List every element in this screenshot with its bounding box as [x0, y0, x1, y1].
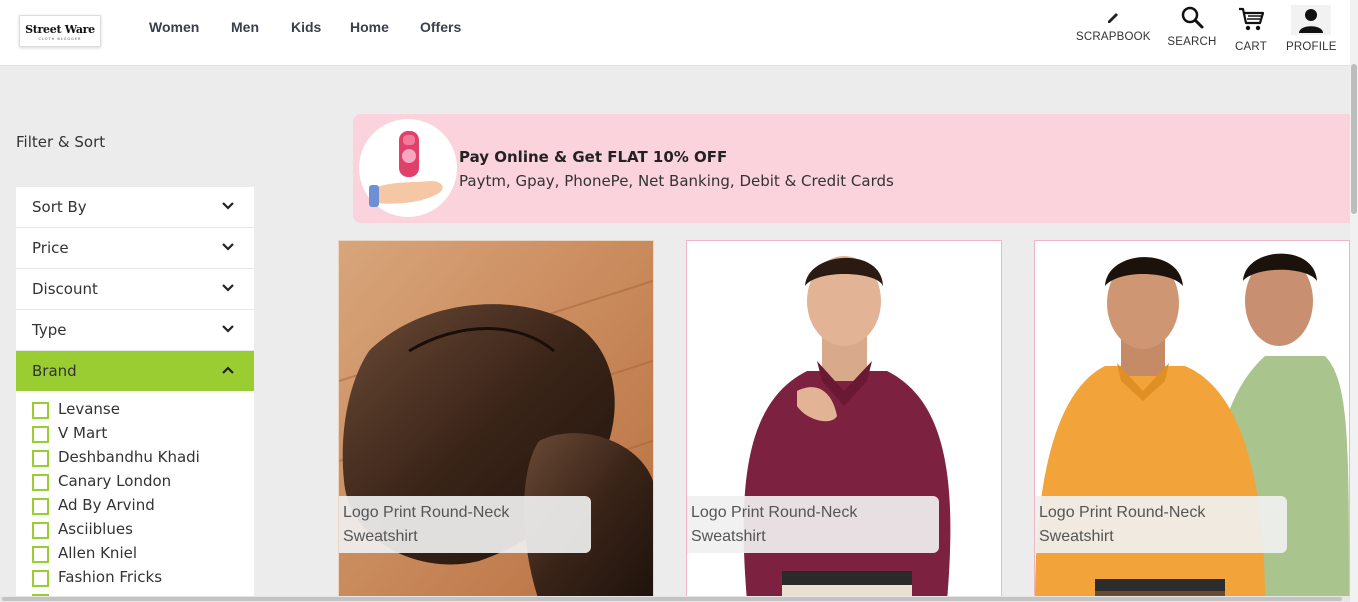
brand-label: Asciiblues	[58, 520, 133, 538]
brand-option[interactable]: Asciiblues	[16, 519, 254, 543]
brand-option[interactable]: Deshbandhu Khadi	[16, 447, 254, 471]
brand-label: Ad By Arvind	[58, 496, 155, 514]
scrapbook-button[interactable]: SCRAPBOOK	[1076, 6, 1150, 43]
wallet-hand-icon	[369, 131, 443, 207]
offer-illustration	[359, 119, 457, 217]
brand-label: Canary London	[58, 472, 172, 490]
nav-women[interactable]: Women	[149, 19, 199, 35]
search-icon	[1181, 6, 1204, 29]
filter-price[interactable]: Price	[16, 228, 254, 269]
filter-accordion: Sort By Price Discount Type Brand	[16, 187, 254, 391]
cart-icon	[1239, 7, 1265, 31]
brand-option[interactable]: Fashion Fricks	[16, 567, 254, 591]
scrollbar-thumb[interactable]	[1351, 64, 1357, 214]
brand-checkbox[interactable]	[32, 474, 49, 491]
banner-subtitle: Paytm, Gpay, PhonePe, Net Banking, Debit…	[459, 172, 894, 190]
brand-label: Deshbandhu Khadi	[58, 448, 200, 466]
nav-offers[interactable]: Offers	[420, 19, 461, 35]
brand-checkbox[interactable]	[32, 546, 49, 563]
filter-label: Type	[32, 321, 67, 339]
user-icon	[1291, 5, 1331, 35]
profile-button[interactable]: PROFILE	[1286, 5, 1336, 53]
brand-options: Levanse V Mart Deshbandhu Khadi Canary L…	[16, 391, 254, 602]
filter-label: Discount	[32, 280, 98, 298]
filter-sort-title: Filter & Sort	[16, 133, 106, 151]
scrollbar-thumb[interactable]	[2, 597, 1342, 601]
logo-text: Street Ware	[25, 23, 95, 36]
nav-home[interactable]: Home	[350, 19, 389, 35]
banner-title: Pay Online & Get FLAT 10% OFF	[459, 148, 728, 166]
product-card[interactable]: Logo Print Round-Neck Sweatshirt	[686, 240, 1002, 602]
product-title: Logo Print Round-Neck Sweatshirt	[1039, 504, 1206, 545]
scrapbook-label: SCRAPBOOK	[1076, 31, 1151, 43]
search-label: SEARCH	[1167, 36, 1217, 48]
brand-option[interactable]: Ad By Arvind	[16, 495, 254, 519]
chevron-down-icon	[222, 243, 234, 251]
product-card[interactable]: Logo Print Round-Neck Sweatshirt	[1034, 240, 1350, 602]
nav-men[interactable]: Men	[231, 19, 259, 35]
logo-subtext: CLOTH BLOGGER	[38, 37, 82, 41]
offer-banner[interactable]: Pay Online & Get FLAT 10% OFF Paytm, Gpa…	[353, 114, 1353, 223]
chevron-down-icon	[222, 202, 234, 210]
brand-option[interactable]: Canary London	[16, 471, 254, 495]
brand-checkbox[interactable]	[32, 450, 49, 467]
filter-sort-by[interactable]: Sort By	[16, 187, 254, 228]
product-title: Logo Print Round-Neck Sweatshirt	[343, 504, 510, 545]
brand-label: Fashion Fricks	[58, 568, 163, 586]
brand-checkbox[interactable]	[32, 570, 49, 587]
search-button[interactable]: SEARCH	[1166, 5, 1218, 48]
horizontal-scrollbar[interactable]	[0, 596, 1350, 602]
brand-option[interactable]: Allen Kniel	[16, 543, 254, 567]
chevron-down-icon	[222, 284, 234, 292]
product-card[interactable]: Logo Print Round-Neck Sweatshirt	[338, 240, 654, 602]
product-caption: Logo Print Round-Neck Sweatshirt	[1035, 496, 1287, 553]
filter-discount[interactable]: Discount	[16, 269, 254, 310]
filter-label: Brand	[32, 362, 77, 380]
product-caption: Logo Print Round-Neck Sweatshirt	[339, 496, 591, 553]
top-header: Street Ware CLOTH BLOGGER Women Men Kids…	[0, 0, 1358, 66]
cart-label: CART	[1235, 41, 1267, 53]
brand-checkbox[interactable]	[32, 498, 49, 515]
chevron-up-icon	[222, 366, 234, 374]
brand-logo[interactable]: Street Ware CLOTH BLOGGER	[19, 15, 101, 47]
cart-button[interactable]: CART	[1230, 5, 1272, 53]
brand-checkbox[interactable]	[32, 402, 49, 419]
brand-label: Allen Kniel	[58, 544, 138, 562]
filter-label: Sort By	[32, 198, 87, 216]
brand-option[interactable]: V Mart	[16, 423, 254, 447]
product-title: Logo Print Round-Neck Sweatshirt	[691, 504, 858, 545]
filter-brand[interactable]: Brand	[16, 351, 254, 391]
brand-label: Levanse	[58, 400, 120, 418]
profile-label: PROFILE	[1286, 41, 1337, 53]
filter-label: Price	[32, 239, 69, 257]
chevron-down-icon	[222, 325, 234, 333]
nav-kids[interactable]: Kids	[291, 19, 321, 35]
filter-type[interactable]: Type	[16, 310, 254, 351]
brand-checkbox[interactable]	[32, 522, 49, 539]
brand-option[interactable]: Levanse	[16, 399, 254, 423]
pencil-icon	[1108, 13, 1118, 23]
product-caption: Logo Print Round-Neck Sweatshirt	[687, 496, 939, 553]
brand-checkbox[interactable]	[32, 426, 49, 443]
brand-label: V Mart	[58, 424, 108, 442]
vertical-scrollbar[interactable]	[1350, 0, 1358, 602]
